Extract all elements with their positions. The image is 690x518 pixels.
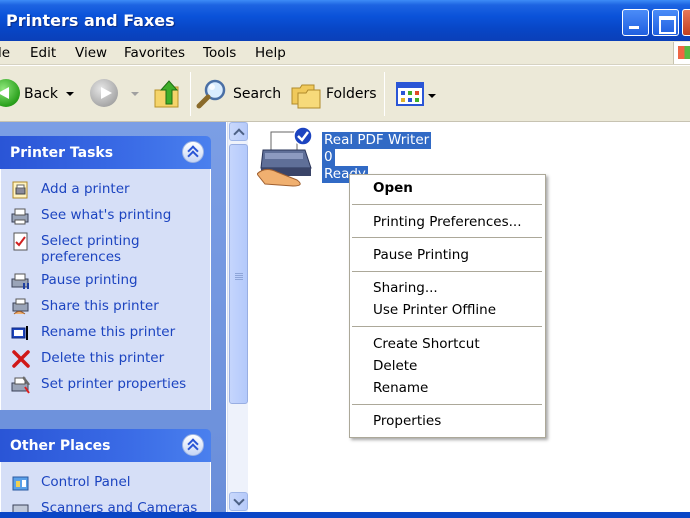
back-arrow-icon[interactable] (0, 79, 20, 107)
menu-open[interactable]: Open (373, 180, 413, 196)
menu-use-printer-offline[interactable]: Use Printer Offline (373, 302, 496, 318)
search-magnifier-icon[interactable] (196, 78, 230, 110)
views-icon[interactable] (396, 82, 426, 106)
printer-icon (256, 126, 313, 187)
menu-separator (352, 271, 542, 272)
windows-logo-icon (673, 42, 690, 64)
back-button-label[interactable]: Back (24, 86, 58, 102)
vertical-scrollbar[interactable] (227, 122, 248, 512)
other-places-title: Other Places (10, 438, 111, 454)
forward-arrow-icon[interactable] (90, 79, 118, 107)
minimize-button[interactable] (622, 9, 649, 36)
menu-rename[interactable]: Rename (373, 380, 428, 396)
menu-separator (352, 204, 542, 205)
pause-printer-icon (11, 273, 29, 289)
scroll-thumb[interactable] (229, 144, 248, 404)
printer-docs-count: 0 (322, 149, 335, 166)
menu-separator (352, 237, 542, 238)
collapse-chevron-icon[interactable] (182, 434, 204, 456)
menu-file[interactable]: le (0, 45, 10, 61)
search-button-label[interactable]: Search (233, 86, 281, 102)
menu-create-shortcut[interactable]: Create Shortcut (373, 336, 480, 352)
up-folder-icon[interactable] (152, 78, 182, 110)
printer-properties-icon (11, 376, 30, 394)
toolbar-separator (384, 72, 385, 116)
toolbar: Back Search Folders (0, 66, 690, 122)
close-button[interactable] (682, 9, 690, 36)
menu-edit[interactable]: Edit (30, 45, 56, 61)
menu-separator (352, 404, 542, 405)
task-pane: Printer Tasks Add a printer See what's p… (0, 122, 226, 518)
share-printer-icon (12, 298, 29, 315)
window-bottom-border (0, 512, 690, 518)
menu-pause-printing[interactable]: Pause Printing (373, 247, 469, 263)
rename-icon (11, 326, 28, 340)
printer-item[interactable] (256, 126, 321, 188)
collapse-chevron-icon[interactable] (182, 141, 204, 163)
window-title: Printers and Faxes (6, 11, 175, 30)
other-places-header[interactable]: Other Places (0, 429, 211, 462)
back-dropdown-icon[interactable] (66, 92, 74, 96)
menu-separator (352, 326, 542, 327)
scroll-up-button[interactable] (229, 122, 248, 141)
folders-button-label[interactable]: Folders (326, 86, 377, 102)
context-menu: Open Printing Preferences... Pause Print… (349, 174, 546, 438)
delete-x-icon (12, 350, 30, 368)
preferences-icon (13, 232, 28, 251)
printer-tasks-header[interactable]: Printer Tasks (0, 136, 211, 169)
menu-bar: le Edit View Favorites Tools Help (0, 41, 690, 65)
toolbar-separator (190, 72, 191, 116)
menu-delete[interactable]: Delete (373, 358, 417, 374)
add-printer-icon (12, 181, 28, 199)
menu-tools[interactable]: Tools (203, 45, 236, 61)
menu-printing-preferences[interactable]: Printing Preferences... (373, 214, 522, 230)
printer-tasks-body: Add a printer See what's printing Select… (0, 169, 211, 410)
forward-dropdown-icon[interactable] (131, 92, 139, 96)
menu-sharing[interactable]: Sharing... (373, 280, 438, 296)
menu-favorites[interactable]: Favorites (124, 45, 185, 61)
menu-help[interactable]: Help (255, 45, 286, 61)
menu-view[interactable]: View (75, 45, 107, 61)
folders-icon[interactable] (290, 80, 324, 110)
menu-properties[interactable]: Properties (373, 413, 441, 429)
control-panel-icon (12, 476, 29, 491)
scroll-down-button[interactable] (229, 492, 248, 511)
printer-tasks-title: Printer Tasks (10, 145, 114, 161)
other-places-body: Control Panel Scanners and Cameras (0, 462, 211, 518)
printer-name[interactable]: Real PDF Writer (322, 132, 432, 149)
printer-queue-icon (11, 208, 29, 225)
maximize-button[interactable] (652, 9, 679, 36)
views-dropdown-icon[interactable] (428, 94, 436, 98)
scroll-grip-icon (235, 273, 243, 281)
title-bar[interactable]: Printers and Faxes (0, 0, 690, 41)
